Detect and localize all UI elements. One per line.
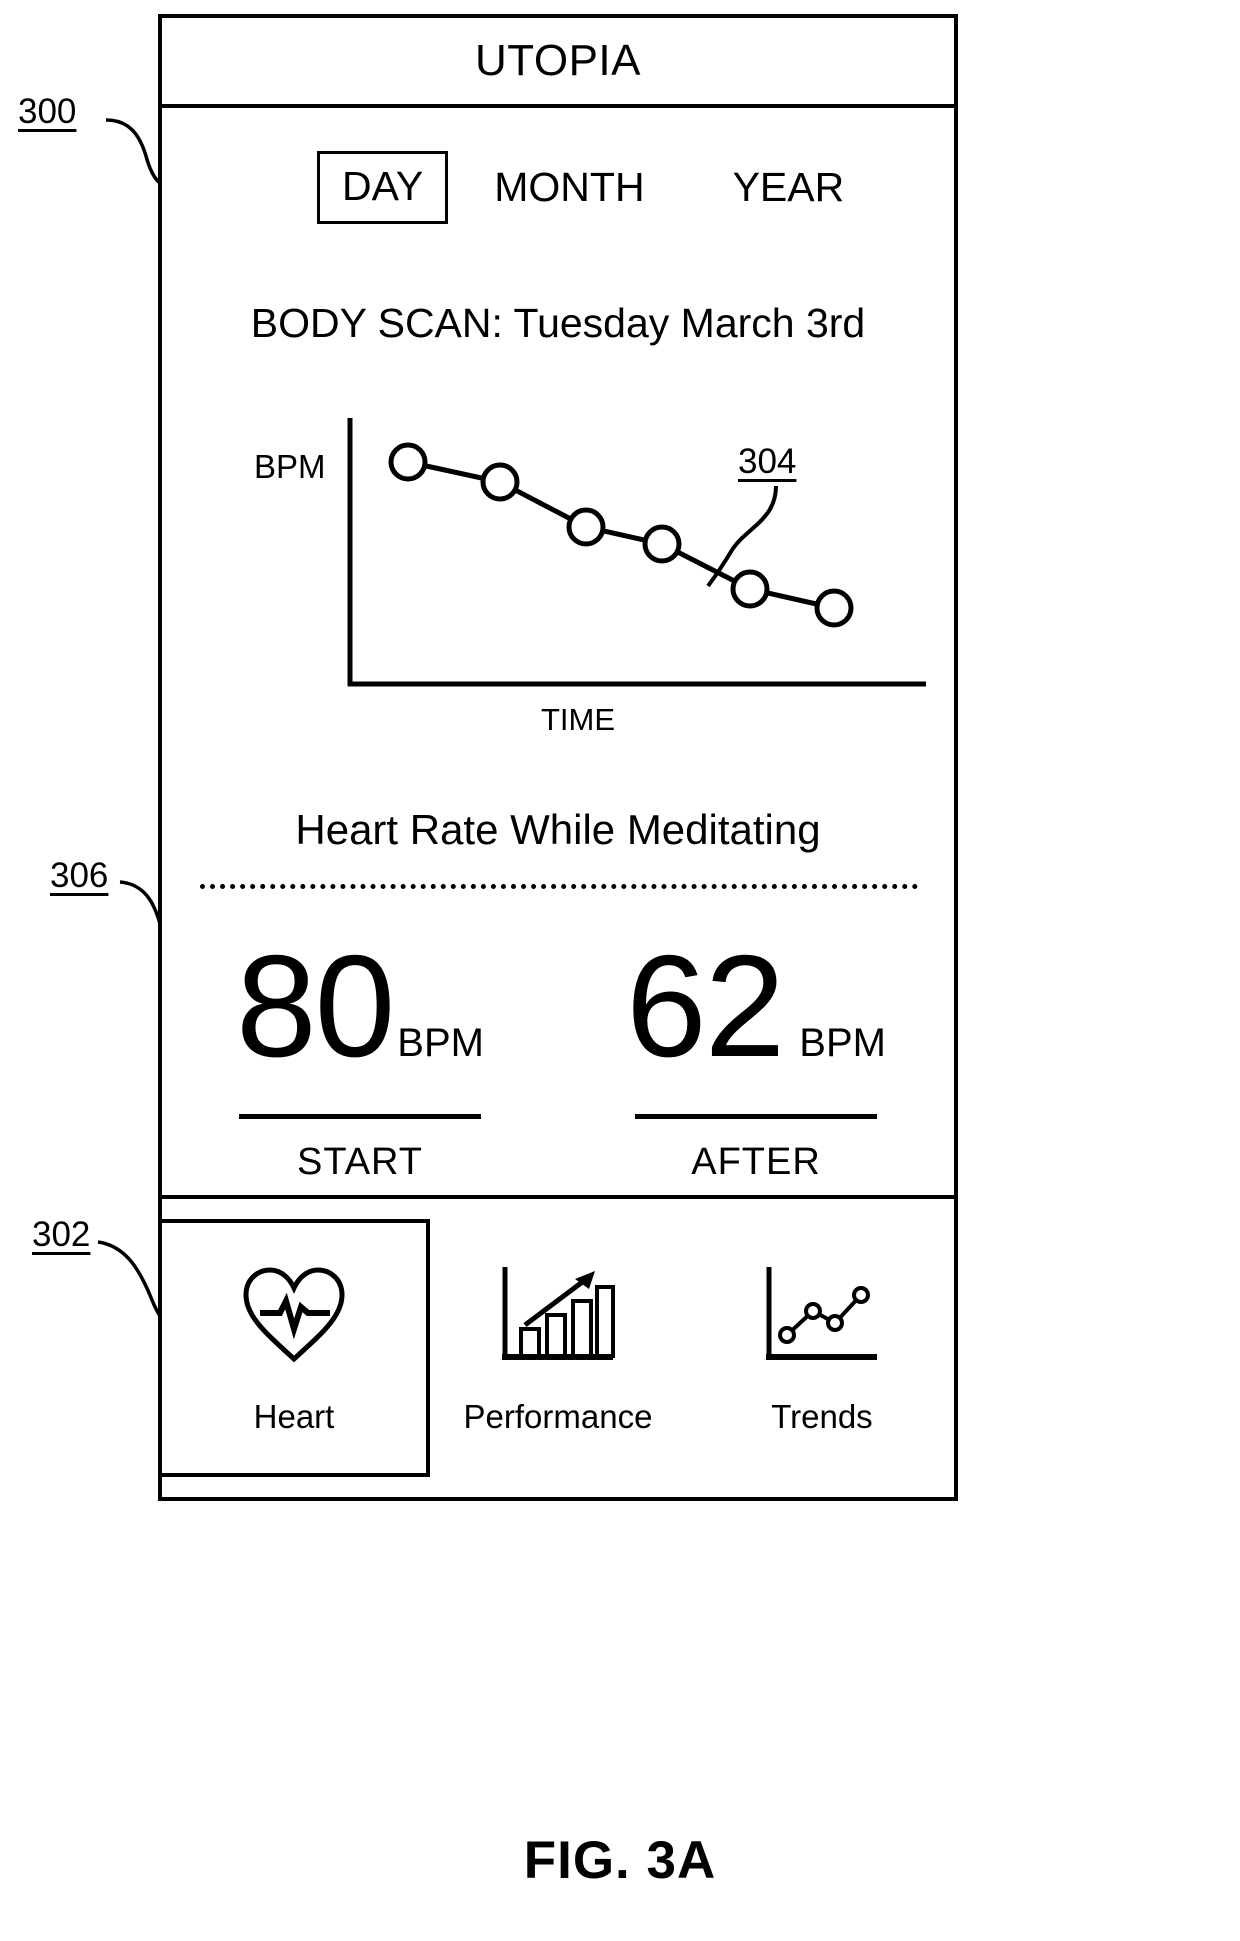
app-title: UTOPIA	[474, 36, 641, 85]
nav-item-trends-inner[interactable]: Trends	[752, 1219, 892, 1477]
chart-x-axis-label: TIME	[540, 702, 616, 737]
period-tab-row: DAY MONTH YEAR	[162, 146, 954, 228]
chart-point	[642, 524, 682, 564]
nav-item-heart[interactable]: Heart	[158, 1199, 430, 1497]
tab-month[interactable]: MONTH	[486, 166, 652, 208]
chart-point	[388, 442, 428, 482]
stat-after-label: AFTER	[691, 1141, 821, 1183]
tab-year[interactable]: YEAR	[725, 166, 853, 208]
line-chart-icon	[761, 1260, 883, 1370]
device-frame: UTOPIA DAY MONTH YEAR BODY SCAN: Tuesday…	[158, 14, 958, 1501]
bar-chart-arrow-icon	[497, 1260, 619, 1370]
stat-start-number: 80	[236, 925, 395, 1087]
stat-start-value-line: 80 BPM	[236, 925, 484, 1087]
body-scan-heading: BODY SCAN: Tuesday March 3rd	[250, 300, 866, 346]
chart-plot	[347, 418, 926, 687]
figure-caption: FIG. 3A	[523, 1831, 717, 1890]
stat-after-number: 62	[626, 925, 785, 1087]
heart-rate-chart: BPM 304 TIME	[162, 410, 954, 760]
chart-point	[566, 507, 606, 547]
stat-start-unit: BPM	[397, 1021, 484, 1065]
reference-numeral-302: 302	[32, 1215, 91, 1254]
stat-after-value-line: 62 BPM	[626, 925, 886, 1087]
stats-row: 80 BPM START 62 BPM AFTER	[162, 925, 954, 1188]
nav-label-trends: Trends	[771, 1398, 873, 1435]
reference-numeral-306: 306	[50, 856, 109, 895]
nav-item-performance[interactable]: Performance	[426, 1199, 690, 1497]
nav-label-performance: Performance	[463, 1398, 653, 1435]
nav-item-heart-inner[interactable]: Heart	[158, 1219, 430, 1477]
chart-point	[814, 588, 854, 628]
chart-subtitle: Heart Rate While Meditating	[295, 806, 821, 853]
stat-start-rule	[239, 1114, 481, 1119]
bottom-nav-bar: Heart Performance Trends	[158, 1195, 954, 1497]
leader-line-304	[706, 485, 778, 588]
app-title-bar: UTOPIA	[162, 18, 954, 108]
stat-after: 62 BPM AFTER	[558, 925, 954, 1188]
stat-after-rule	[635, 1114, 877, 1119]
nav-label-heart: Heart	[253, 1398, 335, 1435]
chart-point	[480, 462, 520, 502]
reference-numeral-300: 300	[18, 92, 77, 131]
nav-item-performance-inner[interactable]: Performance	[464, 1219, 652, 1477]
tab-day[interactable]: DAY	[317, 150, 449, 224]
chart-point	[730, 569, 770, 609]
nav-item-trends[interactable]: Trends	[690, 1199, 954, 1497]
stat-after-unit: BPM	[799, 1021, 886, 1065]
stat-start: 80 BPM START	[162, 925, 558, 1188]
section-divider	[200, 884, 918, 889]
chart-data-line	[407, 459, 835, 611]
stat-start-label: START	[296, 1141, 424, 1183]
heart-pulse-icon	[238, 1260, 350, 1370]
